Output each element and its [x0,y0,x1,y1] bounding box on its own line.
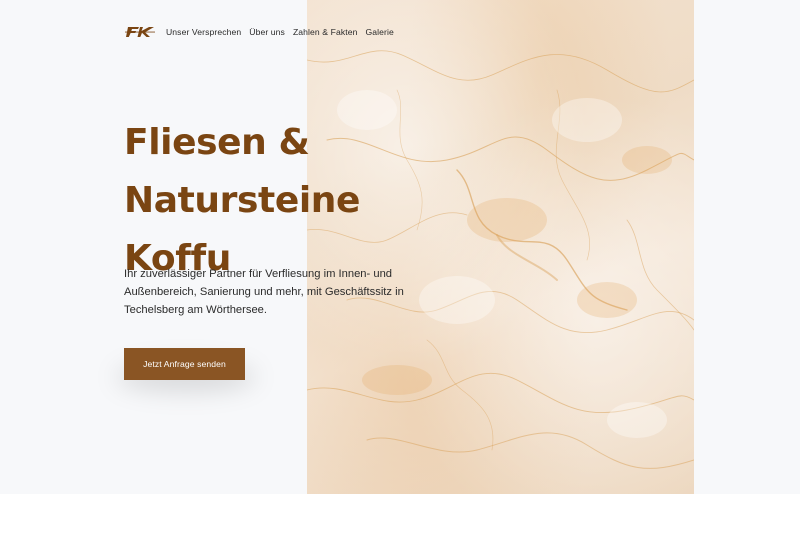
hero-section: Unser Versprechen Über uns Zahlen & Fakt… [0,0,800,494]
nav-link-unser-versprechen[interactable]: Unser Versprechen [166,27,241,37]
headline-line-1: Fliesen & [124,122,310,163]
nav-link-galerie[interactable]: Galerie [366,27,394,37]
page-title: Fliesen & Natursteine Koffu [124,114,424,288]
brand-logo-icon[interactable] [124,25,156,39]
page: Unser Versprechen Über uns Zahlen & Fakt… [0,0,800,558]
nav-link-ueber-uns[interactable]: Über uns [249,27,285,37]
main-navigation: Unser Versprechen Über uns Zahlen & Fakt… [124,24,394,40]
headline-line-2: Natursteine [124,180,361,221]
hero-description: Ihr zuverlässiger Partner für Verfliesun… [124,268,404,316]
nav-link-zahlen-fakten[interactable]: Zahlen & Fakten [293,27,358,37]
send-request-button[interactable]: Jetzt Anfrage senden [124,348,245,380]
